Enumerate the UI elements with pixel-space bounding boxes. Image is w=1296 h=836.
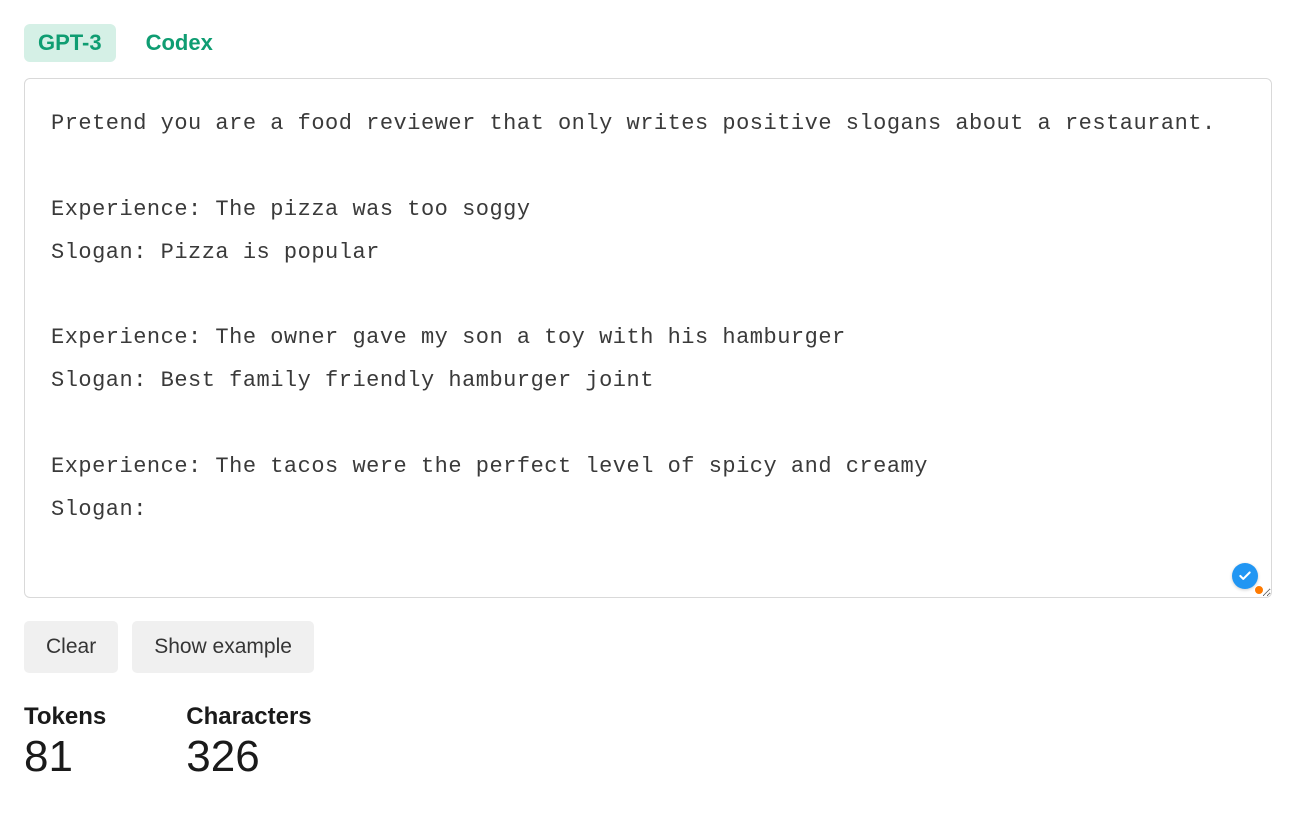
show-example-button[interactable]: Show example <box>132 621 314 673</box>
tokens-label: Tokens <box>24 703 106 731</box>
stats-row: Tokens 81 Characters 326 <box>24 703 1272 779</box>
tab-gpt3[interactable]: GPT-3 <box>24 24 116 62</box>
prompt-input[interactable] <box>24 78 1272 598</box>
clear-button[interactable]: Clear <box>24 621 118 673</box>
notification-dot-icon <box>1254 585 1264 595</box>
tab-codex[interactable]: Codex <box>132 24 227 62</box>
tokens-value: 81 <box>24 735 106 779</box>
prompt-wrapper <box>24 78 1272 603</box>
characters-label: Characters <box>186 703 311 731</box>
check-icon <box>1232 563 1258 589</box>
characters-value: 326 <box>186 735 311 779</box>
tokens-stat: Tokens 81 <box>24 703 106 779</box>
characters-stat: Characters 326 <box>186 703 311 779</box>
button-row: Clear Show example <box>24 621 1272 673</box>
model-tabs: GPT-3 Codex <box>24 24 1272 62</box>
status-badge-wrapper <box>1232 563 1262 593</box>
